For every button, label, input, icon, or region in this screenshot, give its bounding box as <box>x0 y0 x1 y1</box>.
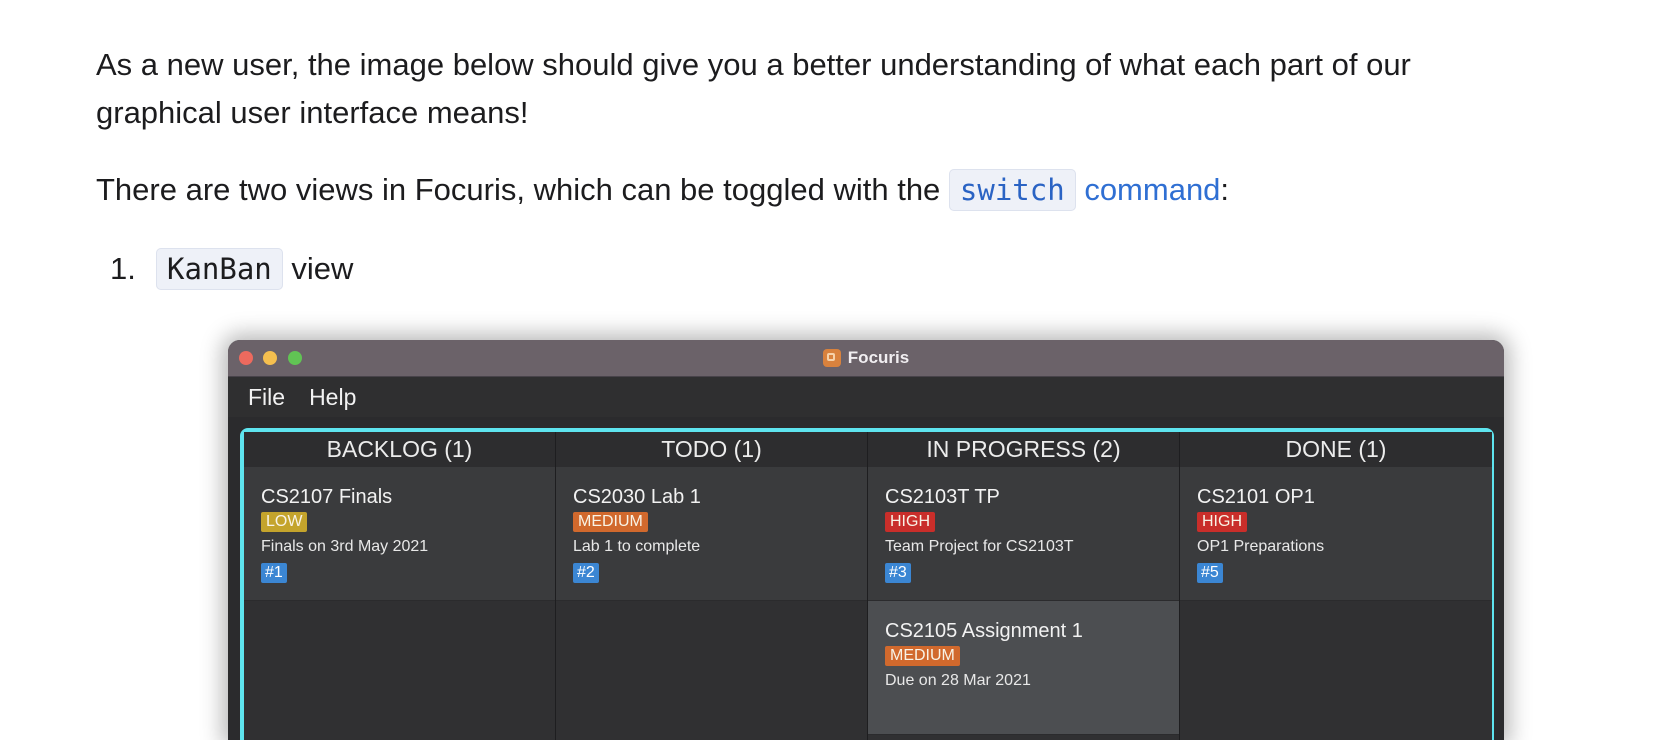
task-title: CS2101 OP1 <box>1197 486 1315 508</box>
column-backlog: BACKLOG (1) CS2107 Finals LOW Finals on … <box>244 432 556 740</box>
window-title: Focuris <box>228 340 1504 376</box>
switch-code: switch <box>948 169 1076 211</box>
window-titlebar: Focuris <box>228 340 1504 377</box>
task-id-badge: #5 <box>1197 563 1223 583</box>
priority-badge: MEDIUM <box>885 646 960 666</box>
list-number: 1. <box>110 251 136 286</box>
views-paragraph: There are two views in Focuris, which ca… <box>96 166 1229 214</box>
column-in-progress: IN PROGRESS (2) CS2103T TP HIGH Team Pro… <box>868 432 1180 740</box>
column-header: IN PROGRESS (2) <box>868 432 1179 467</box>
views-paragraph-text: There are two views in Focuris, which ca… <box>96 172 941 207</box>
task-description: Due on 28 Mar 2021 <box>885 672 1031 689</box>
app-screenshot-window: Focuris File Help BACKLOG (1) CS2107 Fin… <box>228 340 1504 740</box>
priority-badge: HIGH <box>885 512 935 532</box>
task-title: CS2105 Assignment 1 <box>885 620 1083 642</box>
task-description: Team Project for CS2103T <box>885 538 1074 555</box>
column-header: TODO (1) <box>556 432 867 467</box>
menu-file: File <box>248 383 286 410</box>
task-title: CS2103T TP <box>885 486 1000 508</box>
app-logo-icon <box>822 349 841 367</box>
intro-paragraph: As a new user, the image below should gi… <box>96 47 1411 130</box>
task-title: CS2107 Finals <box>261 486 393 508</box>
task-title: CS2030 Lab 1 <box>573 486 701 508</box>
task-id-badge: #1 <box>261 563 287 583</box>
priority-badge: MEDIUM <box>573 512 648 532</box>
priority-badge: LOW <box>261 512 308 532</box>
task-id-badge: #3 <box>885 563 911 583</box>
task-description: Lab 1 to complete <box>573 538 701 555</box>
kanban-board: BACKLOG (1) CS2107 Finals LOW Finals on … <box>240 428 1494 740</box>
column-header: BACKLOG (1) <box>244 432 555 467</box>
task-id-badge: #2 <box>573 563 599 583</box>
task-card: CS2101 OP1 HIGH OP1 Preparations #5 <box>1180 467 1492 601</box>
task-card: CS2030 Lab 1 MEDIUM Lab 1 to complete #2 <box>556 467 867 601</box>
menubar: File Help <box>228 377 1504 417</box>
task-description: OP1 Preparations <box>1197 538 1325 555</box>
views-paragraph-colon: : <box>1220 172 1230 207</box>
column-header: DONE (1) <box>1180 432 1492 467</box>
command-link[interactable]: command <box>1084 172 1220 207</box>
column-todo: TODO (1) CS2030 Lab 1 MEDIUM Lab 1 to co… <box>556 432 868 740</box>
window-title-text: Focuris <box>847 348 910 367</box>
list-item: 1. KanBan view <box>110 245 353 293</box>
column-done: DONE (1) CS2101 OP1 HIGH OP1 Preparation… <box>1180 432 1492 740</box>
kanban-code: KanBan <box>156 248 283 290</box>
task-card-selected: CS2105 Assignment 1 MEDIUM Due on 28 Mar… <box>868 601 1179 735</box>
list-item-text: view <box>291 251 354 286</box>
menu-help: Help <box>309 383 357 410</box>
task-card: CS2107 Finals LOW Finals on 3rd May 2021… <box>244 467 555 601</box>
priority-badge: HIGH <box>1197 512 1247 532</box>
task-card: CS2103T TP HIGH Team Project for CS2103T… <box>868 467 1179 601</box>
task-description: Finals on 3rd May 2021 <box>261 538 429 555</box>
